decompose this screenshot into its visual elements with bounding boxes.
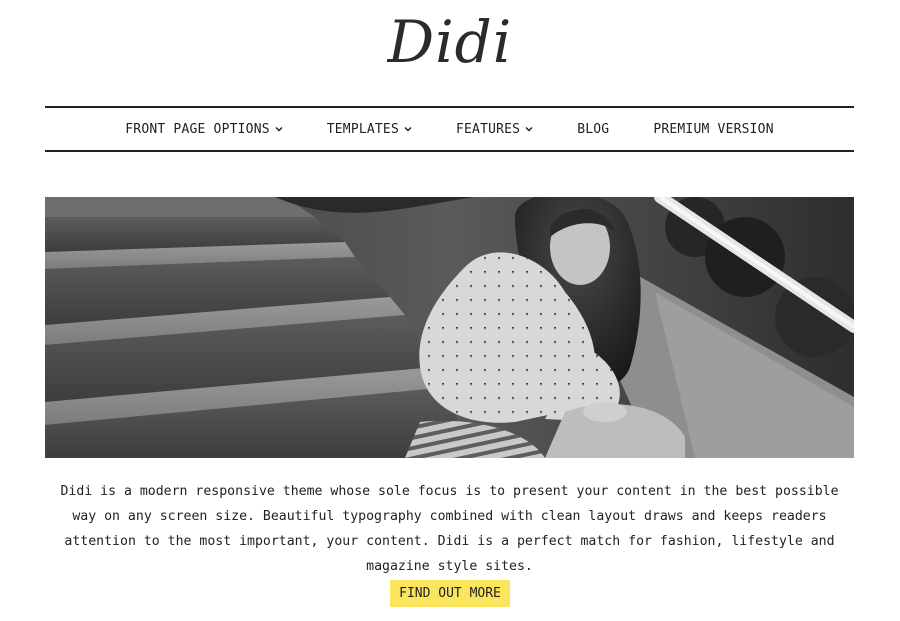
intro-text: Didi is a modern responsive theme whose … [60, 484, 839, 574]
site-title[interactable]: Didi [0, 4, 900, 80]
chevron-down-icon [404, 126, 412, 132]
nav-item-blog[interactable]: BLOG [577, 122, 609, 137]
nav-item-templates[interactable]: TEMPLATES [327, 122, 412, 137]
nav-item-front-page-options[interactable]: FRONT PAGE OPTIONS [125, 121, 283, 137]
photo-woman-on-stairs [45, 197, 854, 458]
nav-item-label: TEMPLATES [326, 121, 399, 137]
nav-item-label: FRONT PAGE OPTIONS [125, 121, 270, 137]
nav-item-label: PREMIUM VERSION [653, 121, 774, 137]
chevron-down-icon [525, 126, 533, 132]
nav-item-label: BLOG [577, 121, 610, 137]
nav-item-features[interactable]: FEATURES [456, 122, 533, 137]
main-navigation: FRONT PAGE OPTIONS TEMPLATES FEATURES BL… [45, 106, 854, 152]
nav-item-premium-version[interactable]: PREMIUM VERSION [653, 122, 773, 137]
hero-image [45, 197, 854, 458]
find-out-more-button[interactable]: FIND OUT MORE [390, 580, 510, 607]
chevron-down-icon [275, 126, 283, 132]
nav-item-label: FEATURES [456, 121, 521, 137]
